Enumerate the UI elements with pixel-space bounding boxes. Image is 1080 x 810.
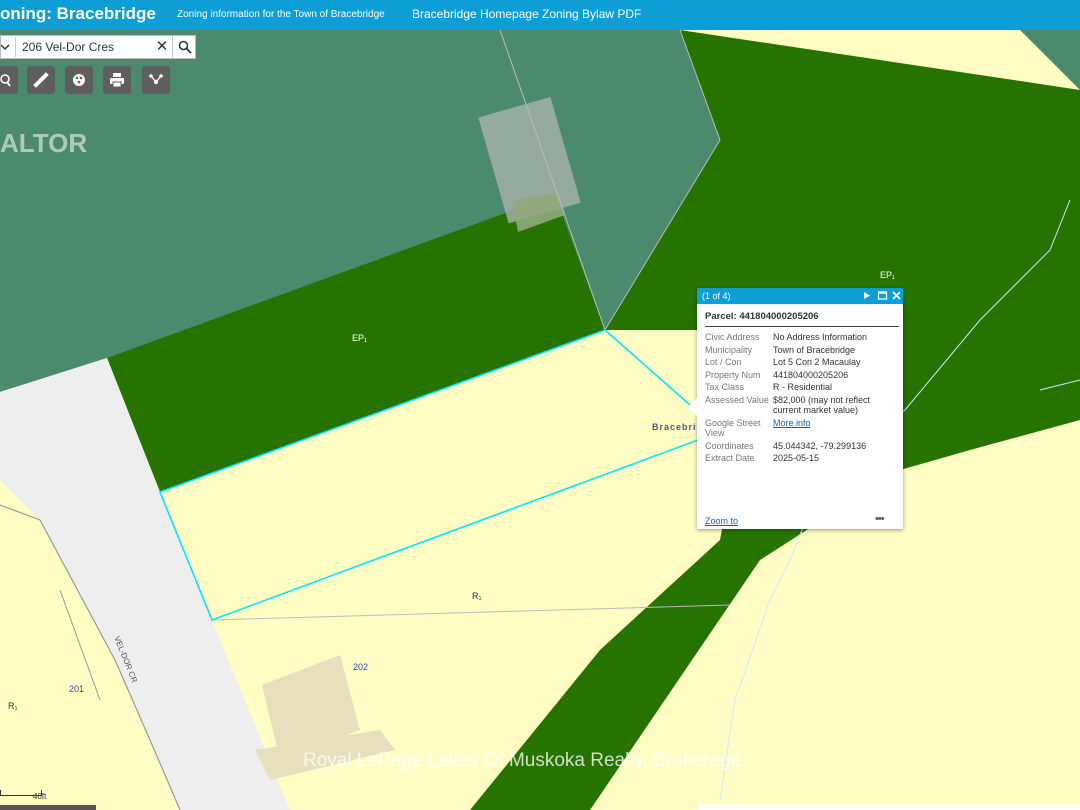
parcel-popup: (1 of 4) Parcel: 441804000205206 Civic A… [688,288,903,529]
attribute-table: Civic Address No Address Information Muni… [703,331,899,465]
map-canvas[interactable] [0,0,1080,810]
attr-key: Lot / Con [705,357,742,367]
app-subtitle: Zoning information for the Town of Brace… [177,9,385,20]
attr-value: 2025-05-15 [773,453,820,463]
table-row: Extract Date 2025-05-15 [703,452,899,465]
maximize-icon[interactable] [877,290,888,301]
attr-key: Assessed Value [705,394,769,405]
attr-key: Extract Date [705,453,755,463]
lot-number-201: 201 [69,684,85,694]
attr-value: 45.044342, -79.299136 [773,440,867,451]
table-row: Municipality Town of Bracebridge [703,344,899,357]
table-row: Assessed Value $82,000 (may not reflect c… [703,394,899,417]
table-row: Lot / Con Lot 5 Con 2 Macaulay [703,356,899,369]
attr-key: Civic Address [705,332,760,342]
attr-value: $82,000 (may not reflect current market … [773,394,871,416]
more-menu-icon[interactable]: ••• [875,513,885,525]
attr-key: Coordinates [705,440,754,451]
search-widget: ✕ [0,35,196,59]
header-bar: oning: Bracebridge Zoning information fo… [0,0,1080,30]
coordinate-bar [0,805,96,810]
table-row: Tax Class R - Residential [703,381,899,394]
popup-header: (1 of 4) [697,288,903,304]
search-icon[interactable] [172,36,197,58]
zoom-to-link[interactable]: Zoom to [705,516,738,526]
attr-value: Town of Bracebridge [773,344,856,355]
zone-label-ep-right: EP₁ [880,270,896,280]
layers-icon[interactable] [65,66,93,94]
nav-link-bylaw-pdf[interactable]: Zoning Bylaw PDF [542,7,641,21]
town-label: Bracebrid [652,422,704,432]
search-input[interactable] [15,37,151,57]
attr-key: Municipality [705,344,753,355]
zone-label-r1-left: R₁ [8,701,18,711]
attr-key: Property Num [705,369,761,380]
attr-value: No Address Information [773,332,868,342]
table-row: Civic Address No Address Information [703,331,899,344]
next-feature-icon[interactable] [861,290,872,301]
popup-divider [705,326,899,327]
close-icon[interactable] [891,290,902,301]
table-row: Property Num 441804000205206 [703,369,899,382]
attr-value: Lot 5 Con 2 Macaulay [773,357,861,367]
attr-key: Google Street View [705,417,761,439]
lot-number-202: 202 [353,662,369,672]
app-title: oning: Bracebridge [0,4,156,23]
scale-label: 40ft [33,792,47,801]
table-row: Google Street View More info [703,417,899,440]
chevron-down-icon[interactable] [0,39,13,55]
realtor-watermark: ALTOR [0,128,88,158]
query-icon[interactable] [0,66,18,94]
close-icon[interactable]: ✕ [154,38,170,56]
popup-pager: (1 of 4) [702,291,731,301]
attribution-bar [698,804,1080,810]
brokerage-watermark: Royal LePage Lakes Of Muskoka Realty, Br… [303,750,741,771]
attr-key: Tax Class [705,382,745,392]
popup-title: Parcel: 441804000205206 [705,311,819,322]
share-icon[interactable] [142,66,170,94]
zone-label-r1-center: R₁ [472,591,482,601]
attr-value: 441804000205206 [773,369,849,380]
measure-icon[interactable] [27,66,55,94]
zone-label-ep-center: EP₁ [352,333,368,343]
popup-pointer [688,398,697,416]
nav-link-homepage[interactable]: Bracebridge Homepage [412,7,539,21]
print-icon[interactable] [103,66,131,94]
table-row: Coordinates 45.044342, -79.299136 [703,440,899,453]
street-view-link[interactable]: More info [773,418,811,428]
attr-value: R - Residential [773,382,833,392]
